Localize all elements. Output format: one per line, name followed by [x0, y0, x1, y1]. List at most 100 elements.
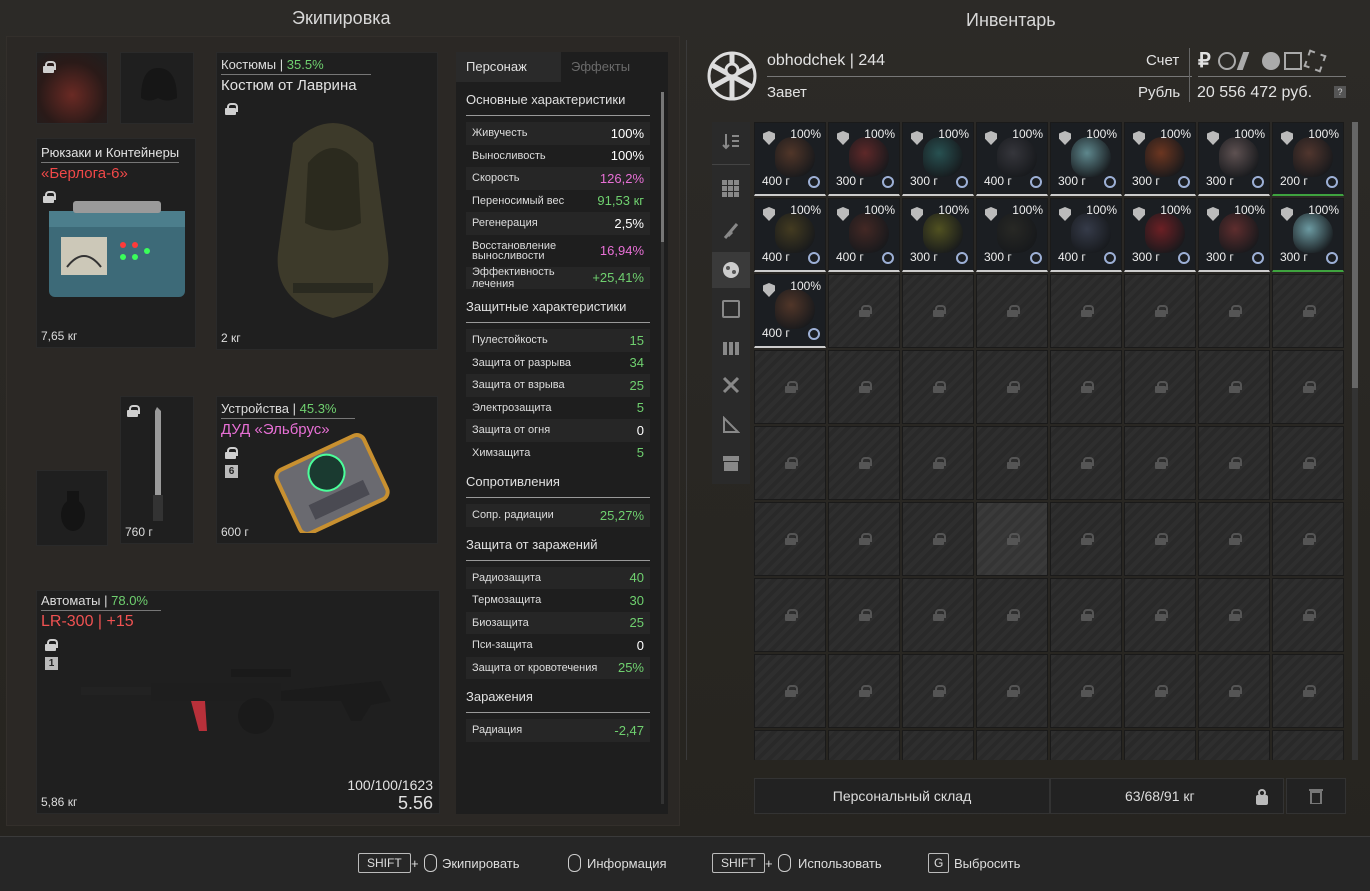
- locked-slot[interactable]: [902, 350, 974, 424]
- inventory-item[interactable]: 100% 400 г: [754, 122, 826, 196]
- inventory-item[interactable]: 100% 300 г: [1198, 122, 1270, 196]
- locked-slot[interactable]: [1124, 350, 1196, 424]
- locked-slot[interactable]: [754, 578, 826, 652]
- locked-slot[interactable]: [976, 654, 1048, 728]
- locked-slot[interactable]: [1050, 502, 1122, 576]
- locked-slot[interactable]: [902, 730, 974, 760]
- locked-slot[interactable]: [902, 654, 974, 728]
- locked-slot[interactable]: [1124, 426, 1196, 500]
- locked-slot[interactable]: [976, 730, 1048, 760]
- locked-slot[interactable]: [976, 350, 1048, 424]
- coin-icon[interactable]: [1262, 52, 1280, 70]
- locked-slot[interactable]: [902, 426, 974, 500]
- locked-slot[interactable]: [754, 426, 826, 500]
- locked-slot[interactable]: [1050, 350, 1122, 424]
- weapon-filter-icon[interactable]: [722, 222, 740, 240]
- locked-slot[interactable]: [902, 502, 974, 576]
- locked-slot[interactable]: [754, 502, 826, 576]
- locked-slot[interactable]: [754, 350, 826, 424]
- ruble-icon[interactable]: ₽: [1198, 48, 1211, 73]
- ammo-filter-icon[interactable]: [722, 338, 740, 356]
- help-button[interactable]: ?: [1334, 86, 1346, 98]
- locked-slot[interactable]: [1198, 730, 1270, 760]
- grenade-slot[interactable]: [36, 470, 108, 546]
- locked-slot[interactable]: [1272, 502, 1344, 576]
- locked-slot[interactable]: [1272, 426, 1344, 500]
- locked-slot[interactable]: [754, 730, 826, 760]
- misc-filter-icon[interactable]: [722, 415, 741, 434]
- armor-slot[interactable]: Костюмы | 35.5% Костюм от Лаврина 2 кг: [216, 52, 438, 350]
- sort-icon[interactable]: [722, 132, 740, 150]
- locked-slot[interactable]: [1198, 426, 1270, 500]
- locked-slot[interactable]: [828, 578, 900, 652]
- inventory-item[interactable]: 100% 400 г: [754, 198, 826, 272]
- locked-slot[interactable]: [976, 502, 1048, 576]
- container-filter-icon[interactable]: [722, 454, 740, 472]
- stats-scrollbar[interactable]: [661, 92, 664, 804]
- locked-slot[interactable]: [1050, 654, 1122, 728]
- inventory-scrollbar[interactable]: [1352, 122, 1358, 760]
- inventory-scroll-thumb[interactable]: [1352, 122, 1358, 388]
- inventory-item[interactable]: 100% 300 г: [1050, 122, 1122, 196]
- tab-effects[interactable]: Эффекты: [561, 52, 666, 82]
- inventory-item[interactable]: 100% 300 г: [828, 122, 900, 196]
- tab-character[interactable]: Персонаж: [456, 52, 561, 82]
- locked-slot[interactable]: [1124, 578, 1196, 652]
- locked-slot[interactable]: [754, 654, 826, 728]
- locked-slot[interactable]: [1050, 730, 1122, 760]
- inventory-item[interactable]: 100% 300 г: [1124, 122, 1196, 196]
- locked-slot[interactable]: [976, 274, 1048, 348]
- inventory-item[interactable]: 100% 300 г: [902, 198, 974, 272]
- mask-slot[interactable]: [36, 52, 108, 124]
- inventory-item[interactable]: 100% 300 г: [902, 122, 974, 196]
- locked-slot[interactable]: [1124, 730, 1196, 760]
- inventory-item[interactable]: 100% 400 г: [1050, 198, 1122, 272]
- locked-slot[interactable]: [828, 350, 900, 424]
- locked-slot[interactable]: [902, 274, 974, 348]
- locked-slot[interactable]: [976, 426, 1048, 500]
- locked-slot[interactable]: [1198, 578, 1270, 652]
- locked-slot[interactable]: [1272, 274, 1344, 348]
- locked-slot[interactable]: [1124, 274, 1196, 348]
- tools-filter-icon[interactable]: [722, 376, 740, 394]
- inventory-item[interactable]: 100% 300 г: [1198, 198, 1270, 272]
- locked-slot[interactable]: [1124, 502, 1196, 576]
- locked-slot[interactable]: [1050, 274, 1122, 348]
- locked-slot[interactable]: [1198, 502, 1270, 576]
- device-slot[interactable]: Устройства | 45.3% ДУД «Эльбрус» 6 600 г: [216, 396, 438, 544]
- gear-icon[interactable]: [1218, 52, 1236, 70]
- inventory-item[interactable]: 100% 300 г: [976, 198, 1048, 272]
- locked-slot[interactable]: [976, 578, 1048, 652]
- locked-slot[interactable]: [828, 426, 900, 500]
- locked-slot[interactable]: [1198, 654, 1270, 728]
- boot-icon[interactable]: [1236, 52, 1262, 70]
- locked-slot[interactable]: [1050, 426, 1122, 500]
- inventory-item[interactable]: 100% 300 г: [1272, 198, 1344, 272]
- locked-slot[interactable]: [1050, 578, 1122, 652]
- trash-button[interactable]: [1286, 778, 1346, 814]
- locked-slot[interactable]: [902, 578, 974, 652]
- locked-slot[interactable]: [828, 730, 900, 760]
- inventory-item[interactable]: 100% 400 г: [754, 274, 826, 348]
- inventory-item[interactable]: 100% 400 г: [976, 122, 1048, 196]
- personal-storage-button[interactable]: Персональный склад: [754, 778, 1050, 814]
- stats-scroll-thumb[interactable]: [661, 92, 664, 242]
- locked-slot[interactable]: [1124, 654, 1196, 728]
- locked-slot[interactable]: [1272, 578, 1344, 652]
- inventory-item[interactable]: 100% 200 г: [1272, 122, 1344, 196]
- locked-slot[interactable]: [1198, 350, 1270, 424]
- locked-slot[interactable]: [828, 654, 900, 728]
- medkit-filter-icon[interactable]: [722, 300, 740, 318]
- weapon-slot[interactable]: Автоматы | 78.0% LR-300 | +15 1 100/100/…: [36, 590, 440, 814]
- ticket-icon[interactable]: [1284, 52, 1302, 70]
- backpack-slot[interactable]: Рюкзаки и Контейнеры «Берлога-6» 7,65 кг: [36, 138, 196, 348]
- grid-all-icon[interactable]: [722, 180, 740, 198]
- inventory-item[interactable]: 100% 400 г: [828, 198, 900, 272]
- locked-slot[interactable]: [1272, 730, 1344, 760]
- melee-slot[interactable]: 760 г: [120, 396, 194, 544]
- locked-slot[interactable]: [828, 274, 900, 348]
- locked-slot[interactable]: [828, 502, 900, 576]
- tag-icon[interactable]: [1303, 49, 1327, 73]
- locked-slot[interactable]: [1272, 350, 1344, 424]
- locked-slot[interactable]: [1198, 274, 1270, 348]
